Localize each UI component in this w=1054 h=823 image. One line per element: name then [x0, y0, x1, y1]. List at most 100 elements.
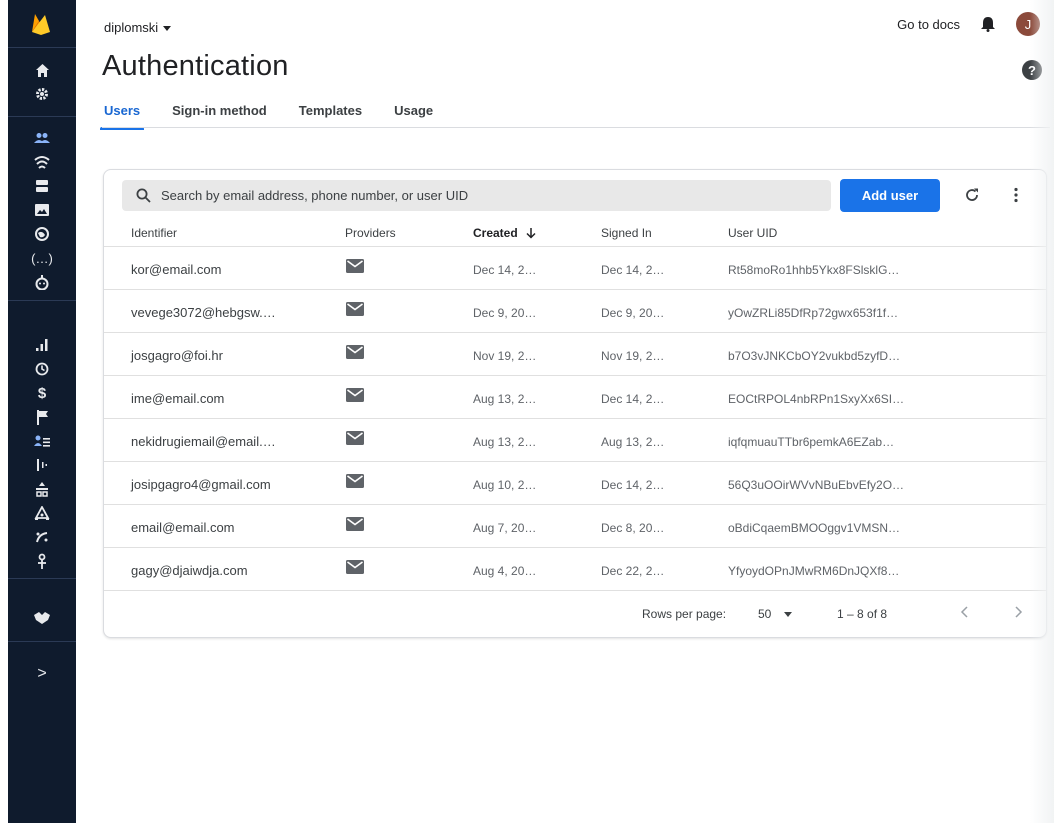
- cell-identifier: nekidrugiemail@email.…: [131, 434, 276, 449]
- sidebar-divider: [8, 300, 76, 301]
- sidebar-divider: [8, 578, 76, 579]
- email-provider-icon: [346, 259, 364, 273]
- table-row[interactable]: email@email.com Aug 7, 20… Dec 8, 20… oBdiC…: [104, 505, 1046, 548]
- cell-uid: b7O3vJNKCbOY2vukbd5zyfD…: [728, 349, 901, 363]
- add-user-button[interactable]: Add user: [840, 179, 940, 212]
- chevron-down-icon[interactable]: [784, 612, 792, 617]
- next-page-icon[interactable]: [1009, 602, 1029, 622]
- home-icon[interactable]: [8, 59, 76, 81]
- hosting-icon[interactable]: [8, 199, 76, 221]
- search-input[interactable]: [161, 188, 801, 203]
- cell-uid: yOwZRLi85DfRp72gwx653f1f…: [728, 306, 899, 320]
- search-icon: [136, 188, 151, 203]
- cell-identifier: gagy@djaiwdja.com: [131, 563, 248, 578]
- cell-signed-in: Aug 13, 2…: [601, 435, 665, 449]
- email-provider-icon: [346, 560, 364, 574]
- cell-created: Aug 10, 2…: [473, 478, 537, 492]
- table-row[interactable]: kor@email.com Dec 14, 2… Dec 14, 2… Rt58moR…: [104, 247, 1046, 290]
- search-bar: [122, 180, 831, 211]
- tab-users[interactable]: Users: [99, 103, 145, 130]
- table-row[interactable]: vevege3072@hebgsw.… Dec 9, 20… Dec 9, 20… y…: [104, 290, 1046, 333]
- test-lab-icon[interactable]: [8, 358, 76, 380]
- cell-signed-in: Dec 14, 2…: [601, 263, 665, 277]
- cell-created: Aug 13, 2…: [473, 435, 537, 449]
- tab-sign-in-method[interactable]: Sign-in method: [172, 103, 267, 128]
- pagination: Rows per page: 50 1 – 8 of 8: [104, 590, 1046, 638]
- crashlytics-icon[interactable]: [8, 271, 76, 293]
- table-row[interactable]: nekidrugiemail@email.… Aug 13, 2… Aug 13, …: [104, 419, 1046, 462]
- cell-uid: Rt58moRo1hhb5Ykx8FSlsklG…: [728, 263, 900, 277]
- machine-learning-icon[interactable]: (…): [8, 247, 76, 269]
- table-row[interactable]: josipgagro4@gmail.com Aug 10, 2… Dec 14, 2…: [104, 462, 1046, 505]
- project-selector[interactable]: diplomski: [104, 20, 172, 35]
- cell-identifier: email@email.com: [131, 520, 235, 535]
- functions-icon[interactable]: [8, 223, 76, 245]
- email-provider-icon: [346, 517, 364, 531]
- cell-created: Dec 9, 20…: [473, 306, 537, 320]
- email-provider-icon: [346, 431, 364, 445]
- cell-signed-in: Dec 14, 2…: [601, 392, 665, 406]
- column-header-signed-in[interactable]: Signed In: [601, 226, 652, 240]
- column-header-providers: Providers: [345, 226, 396, 240]
- predictions-icon[interactable]: [8, 430, 76, 452]
- cell-signed-in: Dec 22, 2…: [601, 564, 665, 578]
- app-distribution-icon[interactable]: $: [8, 382, 76, 404]
- cell-uid: YfyoydOPnJMwRM6DnJQXf8…: [728, 564, 900, 578]
- tab-bar: Users Sign-in method Templates Usage: [99, 103, 433, 130]
- notifications-bell-icon[interactable]: [978, 14, 998, 34]
- go-to-docs-link[interactable]: Go to docs: [897, 17, 960, 32]
- cell-uid: EOCtRPOL4nbRPn1SxyXx6SI…: [728, 392, 905, 406]
- column-header-created[interactable]: Created: [473, 226, 536, 240]
- column-header-uid: User UID: [728, 226, 778, 240]
- remote-config-icon[interactable]: [8, 454, 76, 476]
- cell-created: Nov 19, 2…: [473, 349, 537, 363]
- refresh-icon[interactable]: [960, 183, 984, 207]
- previous-page-icon[interactable]: [954, 602, 974, 622]
- in-app-messaging-icon[interactable]: [8, 502, 76, 524]
- performance-icon[interactable]: [8, 334, 76, 356]
- settings-icon[interactable]: [8, 83, 76, 105]
- arrow-down-icon: [526, 227, 536, 239]
- sidebar: (…) $ >: [8, 0, 76, 823]
- storage-icon[interactable]: [8, 175, 76, 197]
- page-title: Authentication: [102, 50, 289, 82]
- tab-templates[interactable]: Templates: [299, 103, 362, 128]
- cell-identifier: vevege3072@hebgsw.…: [131, 305, 276, 320]
- sidebar-divider: [8, 116, 76, 117]
- cell-signed-in: Nov 19, 2…: [601, 349, 665, 363]
- rows-per-page-select[interactable]: 50: [758, 607, 771, 621]
- table-row[interactable]: ime@email.com Aug 13, 2… Dec 14, 2… EOCtRPO…: [104, 376, 1046, 419]
- realtime-database-icon[interactable]: [8, 151, 76, 173]
- main-content: diplomski Go to docs J Authentication ? …: [76, 0, 1054, 823]
- users-card: Add user Identifier Providers Created Si…: [103, 169, 1047, 638]
- more-vert-icon[interactable]: [1008, 183, 1024, 207]
- cell-created: Aug 13, 2…: [473, 392, 537, 406]
- cell-identifier: ime@email.com: [131, 391, 225, 406]
- dynamic-links-icon[interactable]: [8, 526, 76, 548]
- pagination-range: 1 – 8 of 8: [837, 607, 888, 621]
- puzzle-icon[interactable]: [8, 607, 76, 629]
- cell-uid: oBdiCqaemBMOOggv1VMSN…: [728, 521, 901, 535]
- email-provider-icon: [346, 474, 364, 488]
- cell-identifier: josgagro@foi.hr: [131, 348, 223, 363]
- firebase-logo-icon[interactable]: [28, 10, 54, 36]
- rows-per-page-label: Rows per page:: [642, 607, 727, 621]
- cloud-messaging-icon[interactable]: [8, 478, 76, 500]
- cell-signed-in: Dec 14, 2…: [601, 478, 665, 492]
- cell-signed-in: Dec 9, 20…: [601, 306, 665, 320]
- column-header-identifier[interactable]: Identifier: [131, 226, 177, 240]
- left-edge: [0, 0, 8, 823]
- extensions-icon[interactable]: [8, 550, 76, 572]
- expand-icon[interactable]: >: [8, 663, 76, 685]
- table-row[interactable]: josgagro@foi.hr Nov 19, 2… Nov 19, 2… b7O3v…: [104, 333, 1046, 376]
- tab-usage[interactable]: Usage: [394, 103, 433, 128]
- authentication-icon[interactable]: [8, 127, 76, 149]
- help-icon[interactable]: ?: [1022, 60, 1042, 80]
- header-actions: Go to docs J: [897, 12, 1040, 36]
- table-row[interactable]: gagy@djaiwdja.com Aug 4, 20… Dec 22, 2… Yfy…: [104, 548, 1046, 591]
- column-header-created-label: Created: [473, 226, 518, 240]
- sidebar-divider: [8, 641, 76, 642]
- cell-uid: iqfqmuauTTbr6pemkA6EZab…: [728, 435, 895, 449]
- avatar[interactable]: J: [1016, 12, 1040, 36]
- analytics-icon[interactable]: [8, 406, 76, 428]
